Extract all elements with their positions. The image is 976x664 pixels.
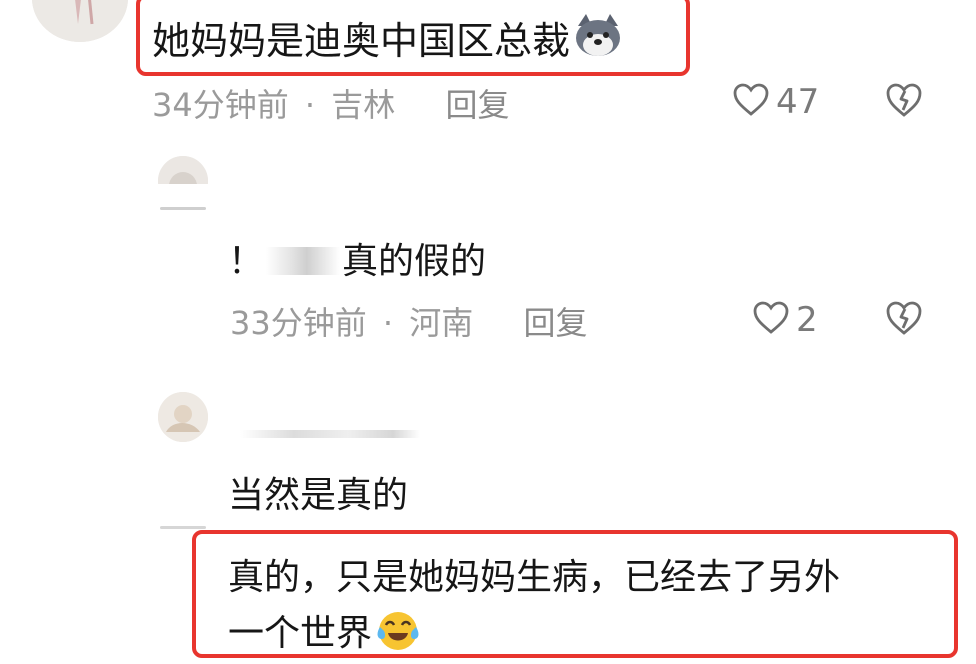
like-count: 2: [796, 300, 818, 340]
reply-body-line1: 真的，只是她妈妈生病，已经去了另外: [228, 557, 841, 598]
reply-location: 河南: [409, 304, 474, 342]
reply-time: 33分钟前: [230, 304, 367, 342]
reply-text: 当然是真的: [228, 466, 408, 518]
comment-body: 她妈妈是迪奥中国区总裁: [152, 19, 571, 63]
crying-laughing-emoji-icon: [374, 609, 422, 662]
avatar[interactable]: [158, 392, 208, 442]
comment-meta: 34分钟前 · 吉林 回复: [152, 80, 509, 126]
meta-separator: ·: [304, 86, 316, 124]
reply-text-line1: 真的，只是她妈妈生病，已经去了另外: [228, 548, 840, 600]
avatar-mask: [150, 184, 220, 208]
reply-meta: 33分钟前 · 河南 回复: [230, 298, 587, 344]
blurred-mention: [266, 247, 341, 275]
reply-text-line2: 一个世界: [228, 604, 422, 662]
meta-separator: ·: [382, 304, 394, 342]
dislike-icon[interactable]: [884, 82, 924, 122]
heart-icon: [732, 83, 770, 121]
like-button[interactable]: 47: [732, 82, 819, 122]
reply-button[interactable]: 回复: [523, 304, 587, 342]
reply-button[interactable]: 回复: [445, 86, 509, 124]
heart-icon: [752, 301, 790, 339]
avatar-edge: [160, 207, 206, 210]
reply-prefix: ！: [228, 241, 265, 282]
dog-emoji-icon: [572, 12, 624, 69]
comment-time: 34分钟前: [152, 86, 289, 124]
blurred-username: [240, 430, 420, 438]
like-count: 47: [776, 82, 820, 122]
avatar[interactable]: [32, 0, 128, 42]
reply-text: ！ 真的假的: [228, 232, 486, 284]
reply-body-line2: 一个世界: [228, 613, 373, 654]
reply-body: 真的假的: [342, 241, 487, 282]
reply-body: 当然是真的: [228, 475, 409, 516]
comment-text: 她妈妈是迪奥中国区总裁: [152, 10, 624, 69]
comment-location: 吉林: [331, 86, 396, 124]
dislike-icon[interactable]: [884, 300, 924, 340]
avatar-edge: [160, 526, 206, 529]
like-button[interactable]: 2: [752, 300, 818, 340]
